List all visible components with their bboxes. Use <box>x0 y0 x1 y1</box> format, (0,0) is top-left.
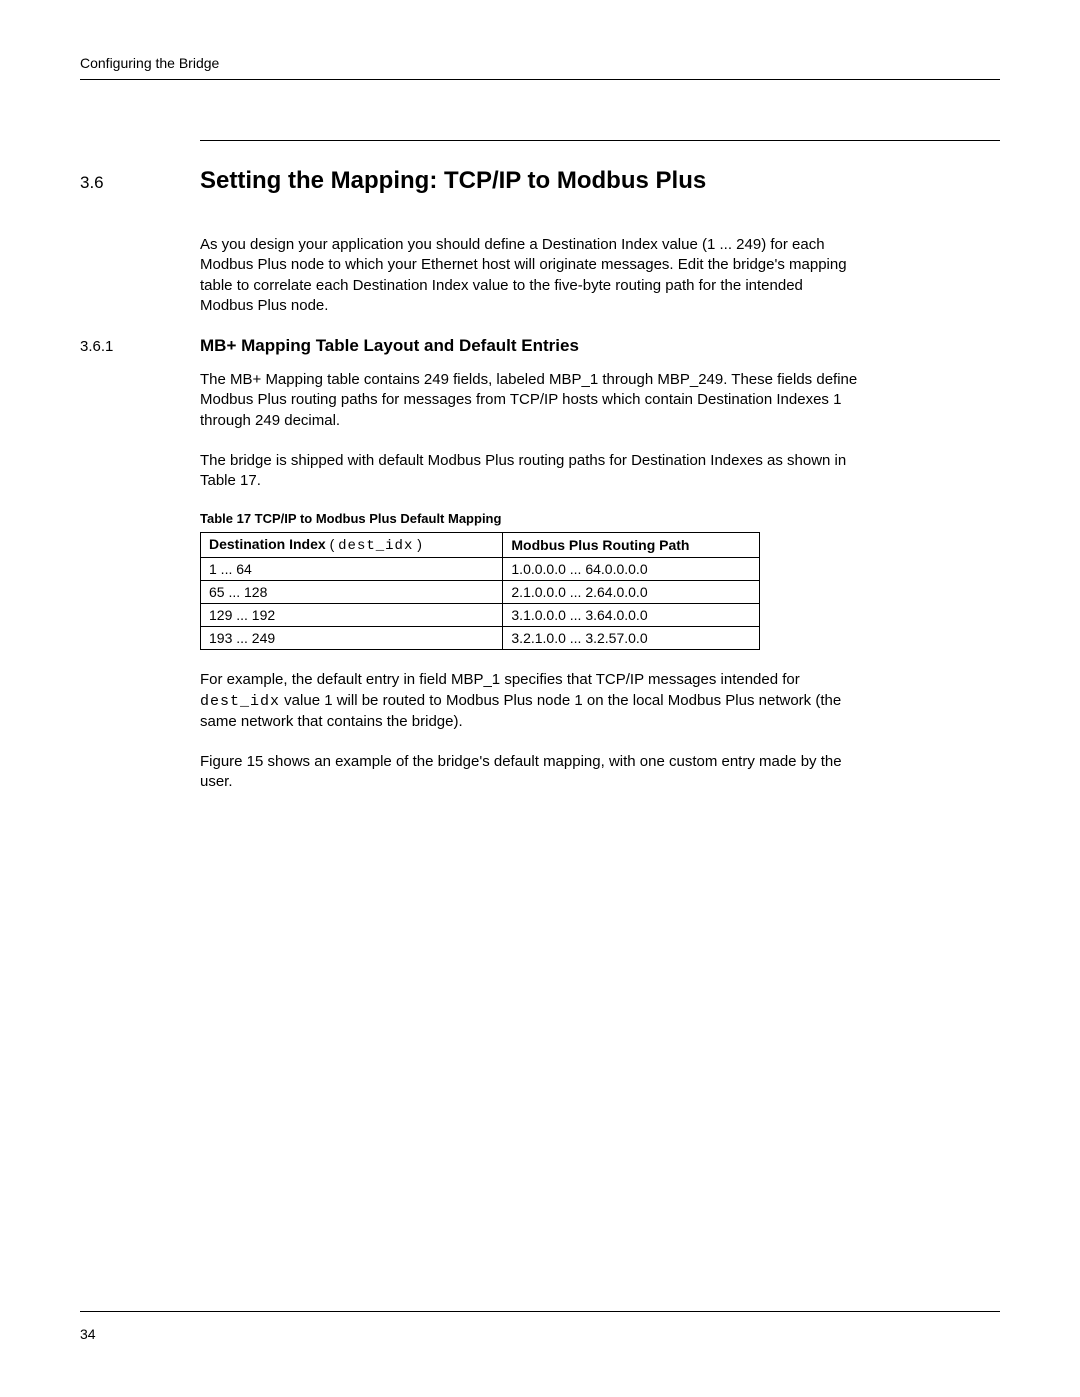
cell-dest: 1 ... 64 <box>201 558 503 581</box>
cell-dest: 129 ... 192 <box>201 604 503 627</box>
mapping-table: Destination Index ( dest_idx ) Modbus Pl… <box>200 532 760 650</box>
table-caption: Table 17 TCP/IP to Modbus Plus Default M… <box>200 511 1000 526</box>
table-row: 65 ... 128 2.1.0.0.0 ... 2.64.0.0.0 <box>201 581 760 604</box>
table-row: 129 ... 192 3.1.0.0.0 ... 3.64.0.0.0 <box>201 604 760 627</box>
col1-param: dest_idx <box>338 538 413 554</box>
col1-label: Destination Index <box>209 536 326 552</box>
cell-dest: 193 ... 249 <box>201 627 503 650</box>
section-body: As you design your application you shoul… <box>200 235 1000 316</box>
subsection-title: MB+ Mapping Table Layout and Default Ent… <box>200 336 579 356</box>
table-row: 193 ... 249 3.2.1.0.0 ... 3.2.57.0.0 <box>201 627 760 650</box>
cell-dest: 65 ... 128 <box>201 581 503 604</box>
table-row: 1 ... 64 1.0.0.0.0 ... 64.0.0.0.0 <box>201 558 760 581</box>
after-table-para-1: For example, the default entry in field … <box>200 670 860 732</box>
section-number: 3.6 <box>80 173 200 193</box>
cell-path: 3.1.0.0.0 ... 3.64.0.0.0 <box>503 604 760 627</box>
intro-paragraph: As you design your application you shoul… <box>200 235 860 316</box>
cell-path: 3.2.1.0.0 ... 3.2.57.0.0 <box>503 627 760 650</box>
table-header-dest: Destination Index ( dest_idx ) <box>201 533 503 558</box>
table-header-path: Modbus Plus Routing Path <box>503 533 760 558</box>
after-table-para-1-code: dest_idx <box>200 693 280 710</box>
subsection-para-1: The MB+ Mapping table contains 249 field… <box>200 370 860 431</box>
after-table-para-1-post: value 1 will be routed to Modbus Plus no… <box>200 692 841 730</box>
section-title: Setting the Mapping: TCP/IP to Modbus Pl… <box>200 167 706 195</box>
page: Configuring the Bridge 3.6 Setting the M… <box>0 0 1080 1397</box>
subsection-body: The MB+ Mapping table contains 249 field… <box>200 370 1000 793</box>
cell-path: 1.0.0.0.0 ... 64.0.0.0.0 <box>503 558 760 581</box>
cell-path: 2.1.0.0.0 ... 2.64.0.0.0 <box>503 581 760 604</box>
after-table-para-2: Figure 15 shows an example of the bridge… <box>200 752 860 793</box>
running-head: Configuring the Bridge <box>80 55 1000 80</box>
section-rule-top-wrap <box>200 140 1000 141</box>
col1-paren: ( dest_idx ) <box>330 536 422 552</box>
subsection-header: 3.6.1 MB+ Mapping Table Layout and Defau… <box>80 336 1000 356</box>
section-header: 3.6 Setting the Mapping: TCP/IP to Modbu… <box>80 167 1000 195</box>
page-number: 34 <box>80 1326 96 1342</box>
subsection-para-2: The bridge is shipped with default Modbu… <box>200 451 860 492</box>
footer-rule <box>80 1311 1000 1312</box>
table-header-row: Destination Index ( dest_idx ) Modbus Pl… <box>201 533 760 558</box>
section-rule-top <box>200 140 1000 141</box>
after-table-para-1-pre: For example, the default entry in field … <box>200 671 800 688</box>
subsection-number: 3.6.1 <box>80 338 200 355</box>
